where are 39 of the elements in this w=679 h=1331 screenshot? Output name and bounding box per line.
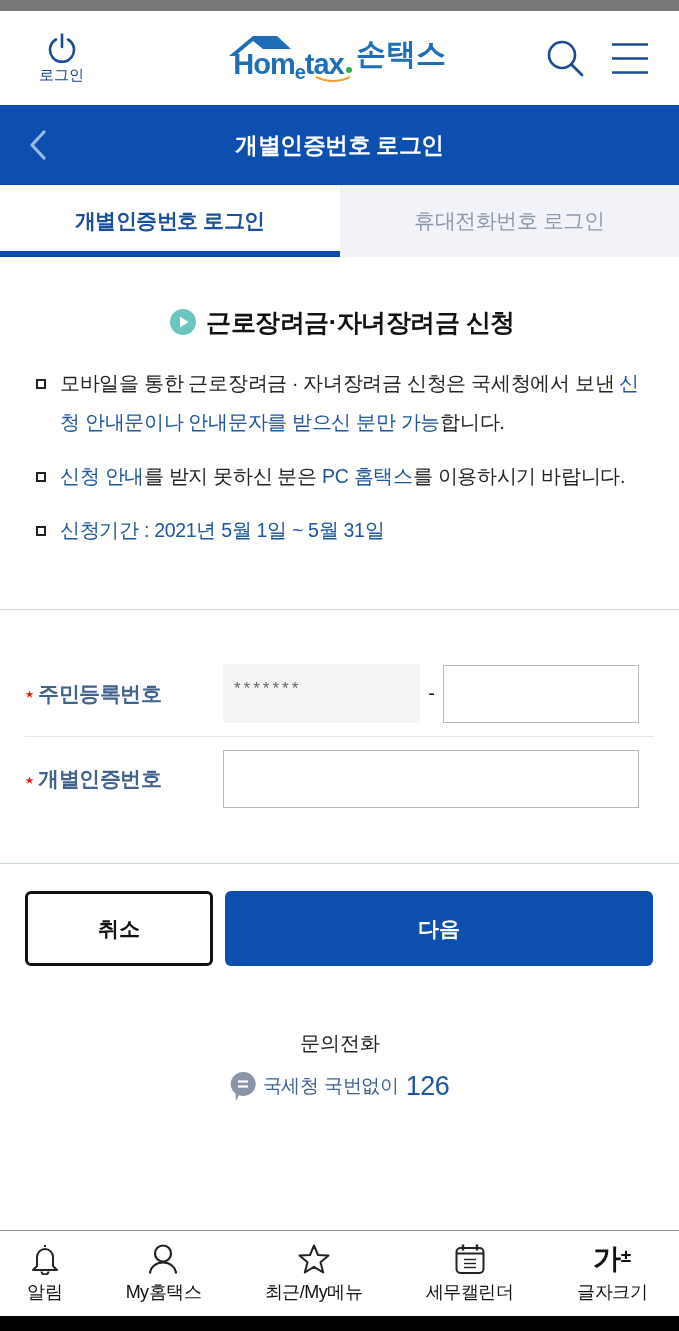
back-icon[interactable] — [29, 130, 47, 160]
nav-item[interactable]: 최근/My메뉴 — [264, 1231, 363, 1316]
notice-title: 근로장려금·자녀장려금 신청 — [206, 307, 515, 338]
search-icon[interactable] — [546, 39, 584, 77]
bullet-icon — [36, 379, 46, 389]
login-button[interactable]: 로그인 — [39, 32, 84, 84]
notice-text: 모바일을 통한 근로장려금 · 자녀장려금 신청은 국세청에서 보낸 신청 안내문이나 안내문자를 받으신 분만 가능합니다. — [60, 371, 641, 435]
nav-item[interactable]: 알림 — [27, 1231, 62, 1316]
logo-wordmark: Hom$_{e}$tax — [233, 49, 344, 79]
cancel-button[interactable]: 취소 — [25, 891, 213, 966]
separator-text: - — [427, 682, 436, 705]
next-button[interactable]: 다음 — [225, 891, 653, 966]
person-icon — [148, 1243, 179, 1275]
page-title: 개별인증번호 로그인 — [235, 130, 444, 160]
speech-bubble-icon — [229, 1071, 256, 1101]
contact-title: 문의전화 — [299, 1031, 380, 1056]
field-label: 개별인증번호 — [38, 766, 161, 792]
logo-swoosh-icon — [315, 76, 352, 83]
logo-dot-icon — [345, 67, 352, 73]
power-icon — [46, 32, 77, 63]
phone-number[interactable]: 126 — [405, 1068, 450, 1104]
bullet-icon — [36, 472, 46, 482]
bell-icon — [30, 1243, 59, 1275]
field-label: 주민등록번호 — [38, 680, 161, 707]
bullet-icon — [36, 526, 46, 536]
nav-item[interactable]: My홈택스 — [125, 1231, 202, 1316]
play-icon — [170, 309, 197, 335]
input-field[interactable] — [223, 750, 639, 808]
calendar-icon — [454, 1243, 485, 1275]
font-size-glyph: 가$^{±}$ — [592, 1243, 632, 1275]
notice-text: 신청 안내 를 받지 못하신 분은 PC 홈택스를 이용하시기 바랍니다. — [60, 464, 626, 489]
input-field[interactable] — [443, 664, 639, 723]
logo-text: 손택스 — [355, 37, 446, 71]
notice-text: 신청기간 : 2021년 5월 1일 ~ 5월 31일 — [60, 518, 385, 543]
menu-icon[interactable] — [612, 42, 648, 74]
nav-item[interactable]: 가$^{±}$ 글자크기 — [577, 1231, 647, 1316]
star-icon — [297, 1243, 330, 1275]
nav-item[interactable]: 세무캘린더 — [425, 1231, 514, 1316]
contact-label: 국세청 국번없이 — [262, 1074, 399, 1098]
